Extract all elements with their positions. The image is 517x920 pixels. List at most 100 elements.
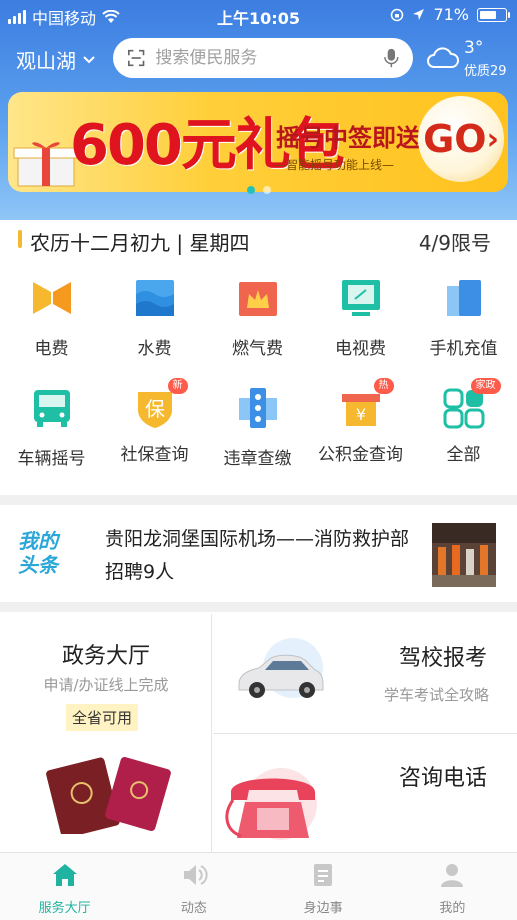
social-security-glyph: 保 [145, 397, 165, 421]
service-label: 电费 [34, 339, 69, 359]
chevron-down-icon [83, 55, 95, 63]
section-divider [0, 495, 517, 505]
service-label: 社保查询 [120, 445, 189, 465]
location-icon [413, 9, 425, 20]
banner-go-button[interactable]: GO › [418, 96, 504, 182]
service-water[interactable]: 水费 [103, 276, 206, 359]
card-title: 咨询电话 [398, 766, 487, 791]
temperature: 3° [464, 38, 484, 58]
status-bar: 中国移动 上午10:05 71% [0, 0, 517, 30]
go-label: GO [423, 117, 487, 161]
document-icon [314, 864, 333, 886]
header: 中国移动 上午10:05 71% 观山湖 3° 优质29 [0, 0, 517, 220]
service-label: 全部 [446, 445, 481, 465]
vehicle-lottery-icon [33, 390, 70, 427]
service-gas[interactable]: 燃气费 [206, 276, 309, 359]
service-label: 公积金查询 [318, 445, 403, 465]
news-title[interactable]: 贵阳龙洞堡国际机场——消防救护部招聘9人 [105, 523, 415, 589]
card-subtitle: 申请/办证线上完成 [43, 676, 169, 694]
service-social-security[interactable]: 保 新 社保查询 [103, 378, 206, 465]
plate-limit: 4/9限号 [418, 231, 491, 255]
driving-school-card[interactable]: 驾校报考 学车考试全攻略 [213, 614, 517, 734]
water-icon [135, 280, 174, 316]
tab-news[interactable]: 动态 [129, 853, 258, 920]
battery-fill [480, 10, 496, 19]
carousel-dot[interactable] [262, 186, 271, 194]
service-all[interactable]: 家政 全部 [412, 378, 515, 465]
card-title: 驾校报考 [398, 646, 487, 671]
service-label: 燃气费 [232, 339, 283, 359]
search-bar[interactable] [113, 38, 413, 78]
card-title: 政务大厅 [61, 644, 150, 669]
service-electricity[interactable]: 电费 [0, 276, 103, 359]
top-bar: 观山湖 3° 优质29 [0, 38, 517, 79]
tab-service-hall[interactable]: 服务大厅 [0, 853, 129, 920]
service-tv[interactable]: 电视费 [309, 276, 412, 359]
telephone-icon [225, 768, 317, 840]
date-row: 农历十二月初九 | 星期四 4/9限号 [0, 224, 517, 256]
lunar-date: 农历十二月初九 | 星期四 [30, 231, 250, 255]
service-label: 手机充值 [429, 339, 498, 359]
carousel-indicator [0, 186, 517, 194]
services-row-1: 电费 水费 燃气费 电视费 手机充值 [0, 276, 517, 386]
electricity-icon [32, 282, 71, 314]
tv-icon [341, 280, 380, 316]
services-row-2: 车辆摇号 保 新 社保查询 违章查缴 ¥ 热 公积金查询 家政 全部 [0, 378, 517, 496]
traffic-violation-icon [238, 388, 277, 428]
scan-icon[interactable] [127, 48, 145, 68]
tab-nearby[interactable]: 身边事 [259, 853, 388, 920]
phone-recharge-icon [446, 280, 481, 316]
section-divider [0, 602, 517, 612]
accent-bar [18, 230, 22, 248]
battery-percent: 71% [433, 5, 469, 24]
orientation-lock-icon [391, 8, 404, 21]
service-phone-recharge[interactable]: 手机充值 [412, 276, 515, 359]
feature-cards: 政务大厅 申请/办证线上完成 全省可用 驾校报考 学车考试全攻略 咨询电话 [0, 614, 517, 852]
city-name: 观山湖 [16, 49, 76, 73]
province-badge: 全省可用 [66, 704, 139, 731]
headline-logo-line: 头条 [18, 553, 58, 577]
service-label: 水费 [137, 339, 172, 359]
user-icon [441, 864, 464, 887]
service-housing-fund[interactable]: ¥ 热 公积金查询 [309, 378, 412, 465]
passport-icon [46, 757, 171, 834]
tab-label: 我的 [439, 901, 466, 916]
battery-icon [477, 7, 510, 22]
hot-badge: 热 [373, 378, 394, 394]
carousel-dot[interactable] [246, 186, 255, 194]
tab-profile[interactable]: 我的 [388, 853, 517, 920]
service-label: 车辆摇号 [17, 449, 86, 469]
city-selector[interactable]: 观山湖 [16, 45, 96, 74]
tab-bar: 服务大厅 动态 身边事 我的 [0, 852, 517, 920]
services-grid: 电费 水费 燃气费 电视费 手机充值 车辆摇号 保 新 社保查询 违章查缴 ¥ … [0, 276, 517, 496]
search-input[interactable] [155, 48, 375, 68]
all-services-icon: 家政 [441, 378, 501, 430]
car-icon [238, 638, 324, 698]
service-label: 电视费 [335, 339, 386, 359]
hotline-card[interactable]: 咨询电话 [213, 734, 517, 852]
gas-icon [238, 282, 277, 316]
government-hall-card[interactable]: 政务大厅 申请/办证线上完成 全省可用 [0, 614, 212, 852]
social-security-icon: 保 新 [132, 378, 188, 430]
speaker-icon [183, 865, 208, 885]
air-quality: 优质29 [464, 64, 507, 79]
go-arrow-icon: › [486, 121, 499, 157]
housing-fund-icon: ¥ 热 [338, 378, 394, 430]
housekeeping-badge: 家政 [470, 378, 501, 394]
banner-subtitle: —智能摇号功能上线— [274, 158, 395, 172]
card-subtitle: 学车考试全攻略 [383, 686, 489, 704]
service-traffic-violation[interactable]: 违章查缴 [206, 386, 309, 469]
service-label: 违章查缴 [223, 449, 292, 469]
promo-banner[interactable]: 600元礼包 摇号中签即送 —智能摇号功能上线— GO › [8, 92, 508, 192]
cloud-icon [427, 47, 459, 68]
microphone-icon[interactable] [384, 47, 399, 69]
banner-slogan: 摇号中签即送 [276, 124, 420, 152]
tab-label: 动态 [180, 901, 207, 916]
news-thumbnail[interactable] [432, 523, 496, 587]
service-vehicle-lottery[interactable]: 车辆摇号 [0, 386, 103, 469]
weather-widget[interactable]: 3° 优质29 [426, 38, 516, 79]
currency-glyph: ¥ [355, 405, 365, 424]
headline-logo-line: 我的 [18, 529, 58, 553]
headline-news[interactable]: 我的 头条 贵阳龙洞堡国际机场——消防救护部招聘9人 [0, 505, 517, 601]
headline-logo: 我的 头条 [18, 529, 78, 577]
